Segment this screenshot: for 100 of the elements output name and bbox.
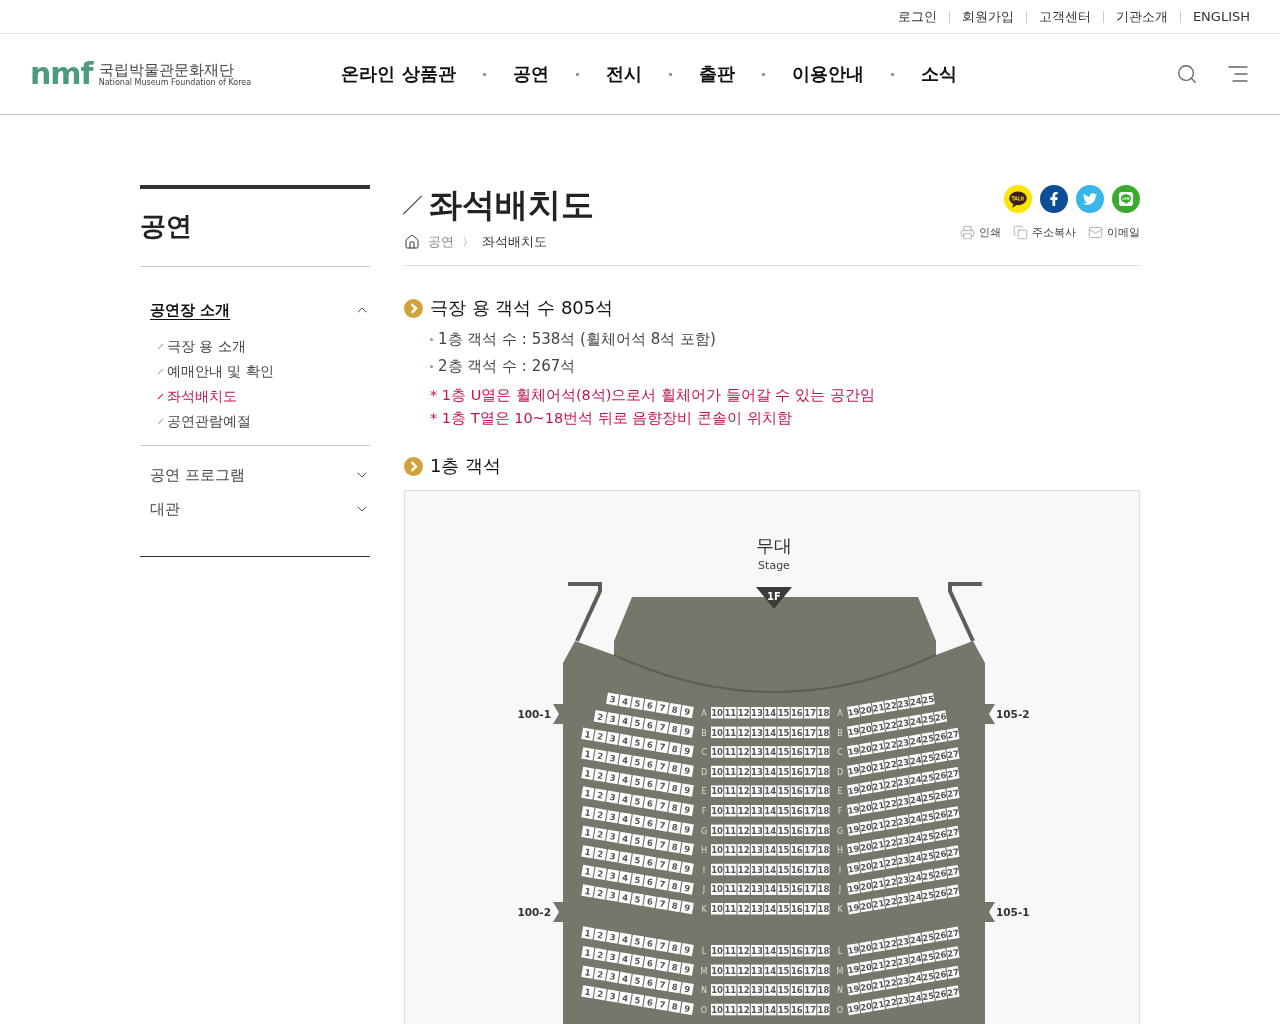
seat[interactable]: 9 xyxy=(680,982,694,996)
nav-item[interactable]: 소식 xyxy=(920,62,957,86)
seat[interactable]: 10 xyxy=(711,707,724,719)
nav-item[interactable]: 전시 xyxy=(605,62,642,86)
seat[interactable]: 18 xyxy=(817,945,830,957)
seat[interactable]: 10 xyxy=(711,984,724,996)
seat[interactable]: 8 xyxy=(668,898,682,913)
seat[interactable]: 15 xyxy=(777,785,790,797)
seat[interactable]: 15 xyxy=(777,844,790,856)
seat[interactable]: 1 xyxy=(581,786,595,800)
seat[interactable]: 4 xyxy=(618,714,632,728)
seat[interactable]: 15 xyxy=(777,805,790,817)
seat[interactable]: 7 xyxy=(655,700,669,715)
seat[interactable]: 20 xyxy=(859,879,873,893)
seat[interactable]: 27 xyxy=(946,985,960,999)
seat[interactable]: 17 xyxy=(804,903,817,915)
seat[interactable]: 9 xyxy=(680,724,694,738)
seat[interactable]: 3 xyxy=(606,868,620,883)
seat[interactable]: 6 xyxy=(643,816,657,830)
seat[interactable]: 5 xyxy=(630,755,645,769)
seat[interactable]: 8 xyxy=(668,859,682,873)
seat[interactable]: 19 xyxy=(846,744,861,758)
seat[interactable]: 26 xyxy=(933,769,948,783)
seat[interactable]: 4 xyxy=(618,733,632,748)
seat[interactable]: 10 xyxy=(711,903,724,915)
seat[interactable]: 21 xyxy=(871,939,886,953)
seat[interactable]: 23 xyxy=(896,755,910,769)
breadcrumb-link[interactable]: 공연 xyxy=(428,233,454,251)
seat[interactable]: 14 xyxy=(764,903,777,915)
seat[interactable]: 6 xyxy=(643,757,657,771)
seat[interactable]: 18 xyxy=(817,903,830,915)
seat[interactable]: 27 xyxy=(946,946,960,960)
seat[interactable]: 8 xyxy=(668,722,682,736)
seat[interactable]: 10 xyxy=(711,746,724,758)
seat[interactable]: 22 xyxy=(884,936,898,951)
seat[interactable]: 25 xyxy=(921,751,935,765)
seat[interactable]: 23 xyxy=(896,814,910,828)
seat[interactable]: 6 xyxy=(643,698,657,712)
top-link[interactable]: ENGLISH xyxy=(1179,10,1250,23)
seat[interactable]: 13 xyxy=(750,863,763,876)
seat[interactable]: 6 xyxy=(643,737,657,752)
seat[interactable]: 23 xyxy=(896,716,910,730)
seat[interactable]: 4 xyxy=(618,694,632,708)
seat[interactable]: 24 xyxy=(909,952,923,966)
seat[interactable]: 2 xyxy=(593,749,607,763)
seat[interactable]: 17 xyxy=(804,785,817,797)
seat[interactable]: 25 xyxy=(921,950,935,964)
tool-link[interactable]: 주소복사 xyxy=(1013,225,1076,240)
seat[interactable]: 2 xyxy=(593,788,607,802)
seat[interactable]: 22 xyxy=(884,718,898,732)
seat[interactable]: 2 xyxy=(593,987,607,1001)
seat[interactable]: 3 xyxy=(606,731,620,745)
seat[interactable]: 10 xyxy=(711,805,724,817)
seat[interactable]: 16 xyxy=(790,746,803,758)
top-link[interactable]: 고객센터 xyxy=(1025,10,1103,23)
seat[interactable]: 9 xyxy=(680,842,694,856)
seat[interactable]: 19 xyxy=(846,803,861,817)
seat[interactable]: 4 xyxy=(618,991,632,1005)
seat[interactable]: 1 xyxy=(581,985,595,999)
seat[interactable]: 6 xyxy=(643,718,657,732)
seat[interactable]: 24 xyxy=(909,694,923,709)
seat[interactable]: 26 xyxy=(933,948,948,962)
seat[interactable]: 3 xyxy=(606,950,620,964)
sidebar-item[interactable]: 좌석배치도 xyxy=(160,387,370,406)
seat[interactable]: 8 xyxy=(668,742,682,756)
seat[interactable]: 5 xyxy=(630,892,645,906)
seat[interactable]: 25 xyxy=(921,731,935,746)
seat[interactable]: 6 xyxy=(643,835,657,850)
seat[interactable]: 27 xyxy=(946,727,960,741)
seat[interactable]: 21 xyxy=(871,779,886,793)
seat[interactable]: 8 xyxy=(668,960,682,974)
seat[interactable]: 3 xyxy=(606,989,620,1003)
seat[interactable]: 5 xyxy=(630,735,645,750)
seat[interactable]: 6 xyxy=(643,894,657,908)
seat[interactable]: 13 xyxy=(750,726,763,739)
seat[interactable]: 15 xyxy=(777,984,790,996)
seat[interactable]: 18 xyxy=(817,707,830,719)
search-button[interactable] xyxy=(1176,63,1198,85)
seat[interactable]: 20 xyxy=(859,941,873,955)
seat[interactable]: 20 xyxy=(859,999,873,1014)
seat[interactable]: 3 xyxy=(606,770,620,785)
nav-item[interactable]: 이용안내 xyxy=(791,62,864,86)
seat[interactable]: 27 xyxy=(946,747,960,761)
seat[interactable]: 21 xyxy=(871,701,886,715)
seat[interactable]: 23 xyxy=(896,954,910,968)
seat[interactable]: 6 xyxy=(643,875,657,889)
seat[interactable]: 18 xyxy=(817,984,830,996)
seat[interactable]: 19 xyxy=(846,862,861,876)
seat[interactable]: 16 xyxy=(790,903,803,915)
seat[interactable]: 24 xyxy=(909,972,923,986)
seat[interactable]: 26 xyxy=(933,886,948,900)
seat[interactable]: 5 xyxy=(630,716,645,730)
seat[interactable]: 10 xyxy=(711,844,724,856)
seat[interactable]: 21 xyxy=(871,799,886,813)
seat[interactable]: 24 xyxy=(909,851,923,865)
breadcrumb-link[interactable]: 좌석배치도 xyxy=(482,233,547,251)
seat[interactable]: 12 xyxy=(737,883,750,895)
seat[interactable]: 4 xyxy=(618,952,632,966)
seat[interactable]: 14 xyxy=(764,805,777,817)
seat[interactable]: 1 xyxy=(581,766,595,780)
